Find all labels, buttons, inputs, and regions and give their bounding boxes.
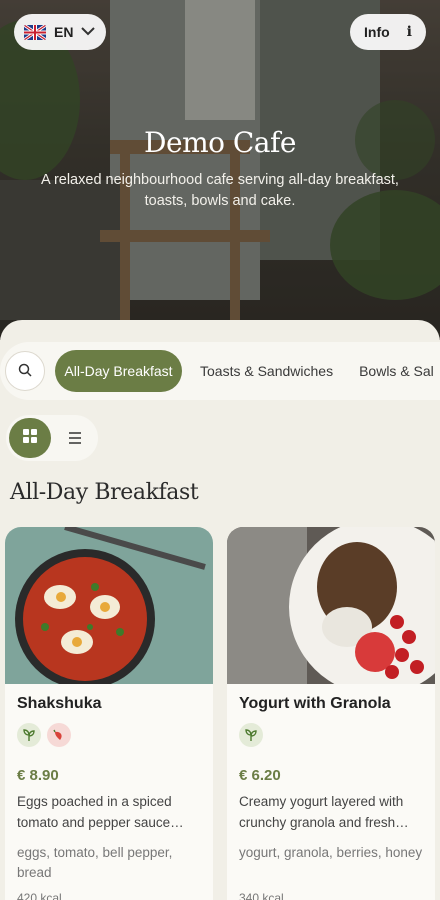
item-name: Shakshuka <box>17 695 102 712</box>
view-toggle <box>6 415 98 461</box>
item-name: Yogurt with Granola <box>239 695 391 712</box>
list-view-button[interactable] <box>59 418 91 458</box>
item-calories: 420 kcal <box>17 891 62 900</box>
search-icon <box>18 362 32 381</box>
item-ingredients: yogurt, granola, berries, honey <box>239 845 423 860</box>
info-icon: i <box>406 24 412 40</box>
category-tab-all-day-breakfast[interactable]: All-Day Breakfast <box>55 350 182 392</box>
menu-item-card[interactable]: Shakshuka € 8.90 Eggs poached in a spice… <box>5 527 213 900</box>
search-button[interactable] <box>5 351 45 391</box>
chevron-down-icon <box>81 25 96 39</box>
info-button[interactable]: Info i <box>350 14 426 50</box>
menu-item-card[interactable]: Yogurt with Granola € 6.20 Creamy yogurt… <box>227 527 435 900</box>
item-description: Creamy yogurt layered with crunchy grano… <box>239 794 409 830</box>
hero-banner: EN Info i Demo Cafe A relaxed neighbourh… <box>0 0 440 340</box>
chili-icon <box>47 723 71 747</box>
info-label: Info <box>364 24 390 40</box>
item-ingredients: eggs, tomato, bell pepper, bread <box>17 845 173 880</box>
item-calories: 340 kcal <box>239 891 284 900</box>
uk-flag-icon <box>24 24 46 40</box>
category-tab-toasts-sandwiches[interactable]: Toasts & Sandwiches <box>192 350 341 392</box>
item-badges <box>239 723 263 747</box>
item-badges <box>17 723 71 747</box>
category-bar: All-Day Breakfast Toasts & Sandwiches Bo… <box>0 342 440 400</box>
leaf-icon <box>17 723 41 747</box>
shakshuka-photo <box>5 527 213 684</box>
list-icon <box>68 429 82 448</box>
language-selector[interactable]: EN <box>14 14 106 50</box>
yogurt-granola-photo <box>227 527 435 684</box>
cafe-subtitle: A relaxed neighbourhood cafe serving all… <box>41 172 399 209</box>
grid-icon <box>22 428 38 448</box>
leaf-icon <box>239 723 263 747</box>
category-tab-bowls-salads[interactable]: Bowls & Sal <box>351 350 440 392</box>
language-code: EN <box>54 24 74 40</box>
grid-view-button[interactable] <box>9 418 51 458</box>
item-price: € 8.90 <box>17 767 59 784</box>
section-title: All-Day Breakfast <box>10 480 199 505</box>
item-price: € 6.20 <box>239 767 281 784</box>
item-description: Eggs poached in a spiced tomato and pepp… <box>17 794 184 830</box>
cafe-title: Demo Cafe <box>144 126 296 159</box>
menu-panel: All-Day Breakfast Toasts & Sandwiches Bo… <box>0 320 440 900</box>
